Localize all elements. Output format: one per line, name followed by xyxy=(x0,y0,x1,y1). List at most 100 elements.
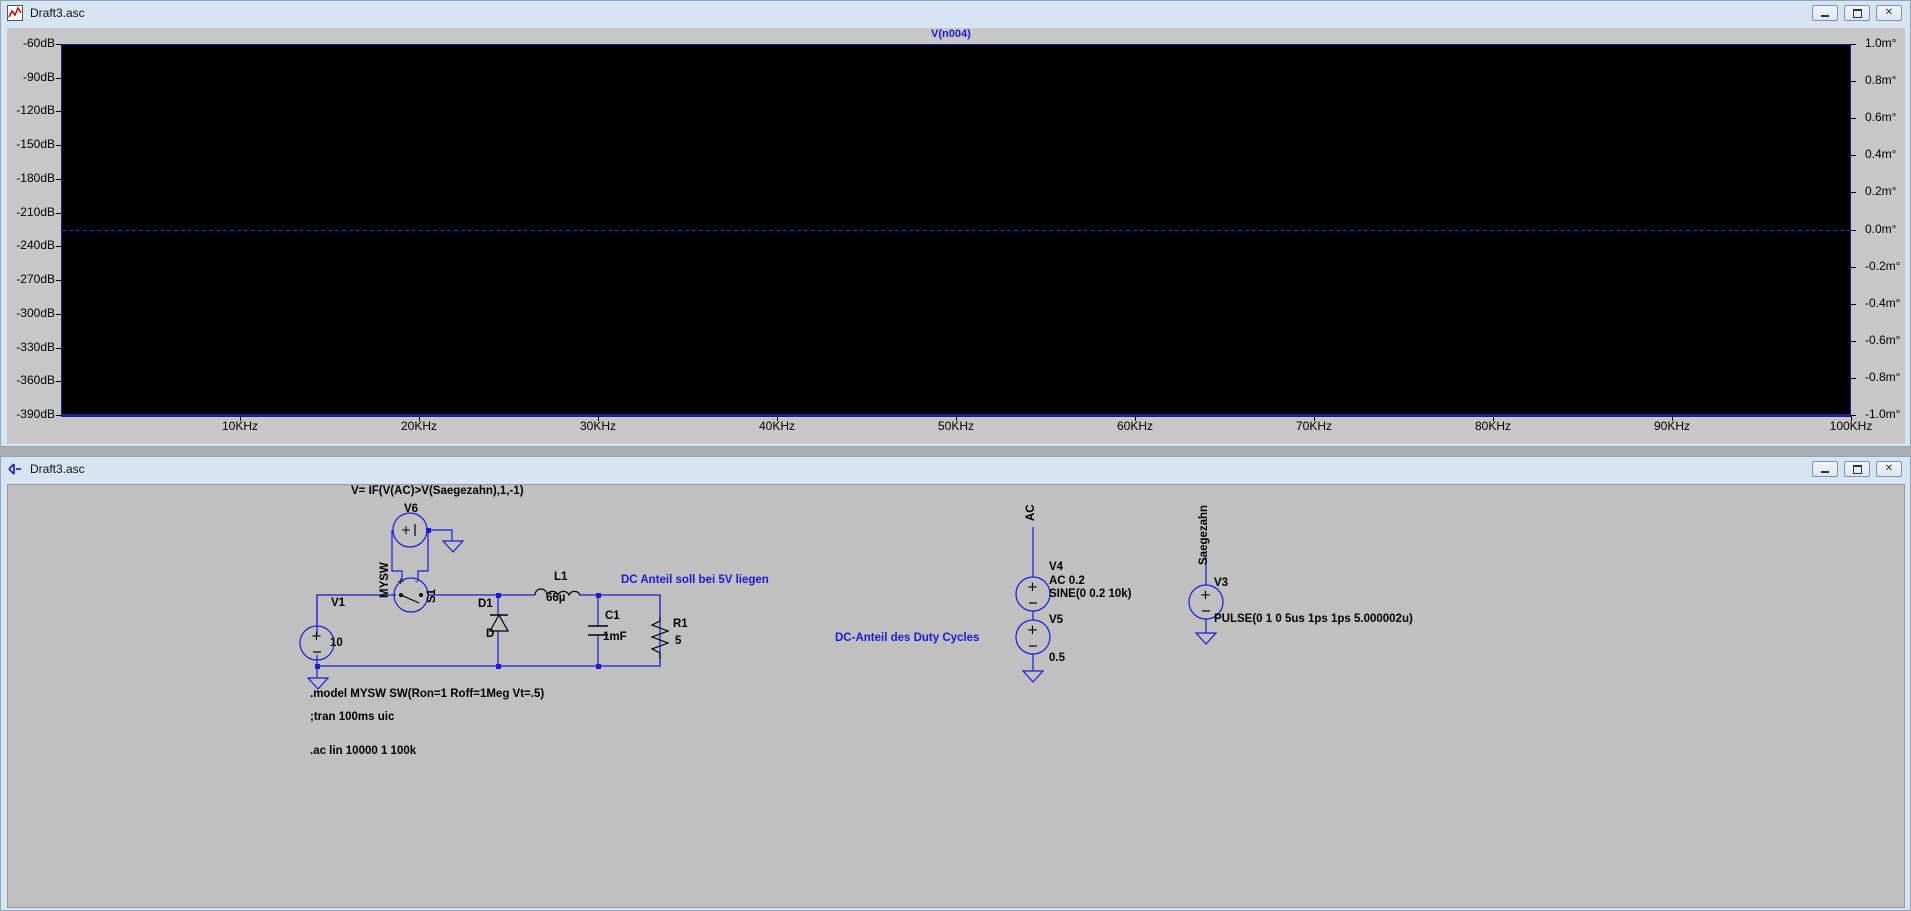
close-button[interactable]: ✕ xyxy=(1876,461,1902,477)
C1-name[interactable]: C1 xyxy=(605,610,620,622)
y-left-tick-label: -210dB xyxy=(16,204,55,219)
L1-name[interactable]: L1 xyxy=(554,571,567,583)
schematic-wires xyxy=(315,528,661,677)
y-left-tick-mark xyxy=(56,347,61,349)
duty-comment[interactable]: DC-Anteil des Duty Cycles xyxy=(835,632,979,644)
V3-value[interactable]: PULSE(0 1 0 5us 1ps 1ps 5.000002u) xyxy=(1214,613,1413,625)
net-label-saegezahn[interactable]: Saegezahn xyxy=(1198,505,1210,565)
minimize-button[interactable] xyxy=(1812,5,1838,21)
y-right-tick-mark xyxy=(1851,377,1856,379)
plot-area[interactable] xyxy=(61,44,1851,417)
V4-value2[interactable]: SINE(0 0.2 10k) xyxy=(1049,588,1131,600)
V5-value[interactable]: 0.5 xyxy=(1049,652,1065,664)
y-left-tick-mark xyxy=(56,145,61,147)
S1-name[interactable]: S1 xyxy=(426,589,438,603)
x-tick-label: 20KHz xyxy=(400,419,438,433)
schematic-window: Draft3.asc ✕ + + - + + + + V= IF(V(AC)>V… xyxy=(0,456,1911,911)
x-tick-label: 30KHz xyxy=(579,419,617,433)
V1-value[interactable]: 10 xyxy=(330,637,343,649)
svg-text:+: + xyxy=(311,629,322,644)
y-right-tick-label: -0.8m° xyxy=(1865,369,1901,384)
svg-text:+: + xyxy=(401,523,411,537)
x-tick-label: 40KHz xyxy=(758,419,796,433)
V5-name[interactable]: V5 xyxy=(1049,614,1063,626)
dc-anteil-comment[interactable]: DC Anteil soll bei 5V liegen xyxy=(621,574,769,586)
V4-value1[interactable]: AC 0.2 xyxy=(1049,575,1085,587)
ac-directive[interactable]: .ac lin 10000 1 100k xyxy=(310,745,416,757)
x-tick-label: 70KHz xyxy=(1295,419,1333,433)
schematic-window-titlebar[interactable]: Draft3.asc xyxy=(1,457,1910,481)
y-left-tick-label: -390dB xyxy=(16,407,55,421)
net-label-ac[interactable]: AC xyxy=(1025,504,1037,521)
S1-model[interactable]: MYSW xyxy=(379,562,391,598)
plot-window: Draft3.asc ✕ V(n004) -60dB -90dB -120dB -15… xyxy=(0,0,1911,447)
D1-value[interactable]: D xyxy=(486,628,494,640)
V3-name[interactable]: V3 xyxy=(1214,577,1228,589)
y-left-tick-label: -180dB xyxy=(16,170,55,185)
model-directive[interactable]: .model MYSW SW(Ron=1 Roff=1Meg Vt=.5) xyxy=(310,688,544,700)
V6-name[interactable]: V6 xyxy=(404,503,418,515)
x-tick-mark xyxy=(1493,416,1494,421)
svg-text:-: - xyxy=(415,577,418,587)
y-left-tick-label: -270dB xyxy=(16,272,55,287)
x-tick-mark xyxy=(1314,416,1315,421)
y-right-tick-label: -0.6m° xyxy=(1865,332,1901,347)
y-left-tick-mark xyxy=(56,313,61,315)
x-tick-mark xyxy=(419,416,420,421)
y-left-tick-mark xyxy=(56,178,61,180)
x-tick-label: 50KHz xyxy=(937,419,975,433)
D1-name[interactable]: D1 xyxy=(478,598,493,610)
svg-text:+: + xyxy=(1027,580,1038,595)
restore-button[interactable] xyxy=(1844,5,1870,21)
x-tick-label: 60KHz xyxy=(1116,419,1154,433)
resistor-R1-symbol[interactable] xyxy=(648,615,672,661)
plot-window-titlebar[interactable]: Draft3.asc xyxy=(1,1,1910,25)
ground-symbol xyxy=(441,540,465,553)
ground-symbol xyxy=(1194,632,1218,645)
voltage-source-V5-symbol[interactable]: + xyxy=(1015,619,1051,655)
y-right-tick-mark xyxy=(1851,155,1856,157)
V6-expression[interactable]: V= IF(V(AC)>V(Saegezahn),1,-1) xyxy=(351,485,524,497)
restore-button[interactable] xyxy=(1844,461,1870,477)
trace-label[interactable]: V(n004) xyxy=(931,28,971,40)
L1-value[interactable]: 66µ xyxy=(546,592,565,604)
y-left-tick-label: -240dB xyxy=(16,238,55,253)
x-tick-label: 90KHz xyxy=(1653,419,1691,433)
y-right-tick-mark xyxy=(1851,266,1856,268)
schematic-canvas[interactable]: + + - + + + + V= IF(V(AC)>V(Saegezahn),1… xyxy=(7,484,1905,908)
V1-name[interactable]: V1 xyxy=(331,597,345,609)
y-left-tick-label: -60dB xyxy=(22,36,55,50)
x-tick-mark xyxy=(956,416,957,421)
tran-directive[interactable]: ;tran 100ms uic xyxy=(310,711,394,723)
voltage-source-V4-symbol[interactable]: + xyxy=(1015,576,1051,612)
y-right-tick-label: 0.2m° xyxy=(1865,184,1897,199)
plot-window-title: Draft3.asc xyxy=(30,6,85,20)
C1-value[interactable]: 1mF xyxy=(603,631,627,643)
close-button[interactable]: ✕ xyxy=(1876,5,1902,21)
y-left-tick-mark xyxy=(56,77,61,79)
y-right-tick-label: 0.0m° xyxy=(1865,221,1897,236)
y-left-tick-mark xyxy=(56,212,61,214)
y-right-tick-mark xyxy=(1851,303,1856,305)
y-left-tick-mark xyxy=(56,381,61,383)
y-right-tick-label: -0.4m° xyxy=(1865,295,1901,310)
R1-name[interactable]: R1 xyxy=(673,618,688,630)
svg-text:+: + xyxy=(397,577,405,587)
x-tick-mark xyxy=(240,416,241,421)
y-left-tick-mark xyxy=(56,246,61,248)
waveform-icon xyxy=(7,5,23,21)
x-tick-label: 80KHz xyxy=(1474,419,1512,433)
y-left-tick-label: -120dB xyxy=(16,103,55,118)
minimize-button[interactable] xyxy=(1812,461,1838,477)
plot-svg xyxy=(62,230,1850,416)
plot-pane[interactable]: V(n004) -60dB -90dB -120dB -150dB -180dB -210… xyxy=(7,28,1905,444)
y-left-tick-label: -300dB xyxy=(16,305,55,320)
y-right-tick-label: 0.8m° xyxy=(1865,73,1897,88)
voltage-source-V6-symbol[interactable]: + xyxy=(389,512,433,550)
R1-value[interactable]: 5 xyxy=(675,635,681,647)
y-left-tick-label: -150dB xyxy=(16,137,55,152)
y-left-tick-mark xyxy=(56,280,61,282)
y-right-tick-label: 1.0m° xyxy=(1865,36,1897,50)
V4-name[interactable]: V4 xyxy=(1049,561,1063,573)
x-tick-label: 10KHz xyxy=(221,419,259,433)
